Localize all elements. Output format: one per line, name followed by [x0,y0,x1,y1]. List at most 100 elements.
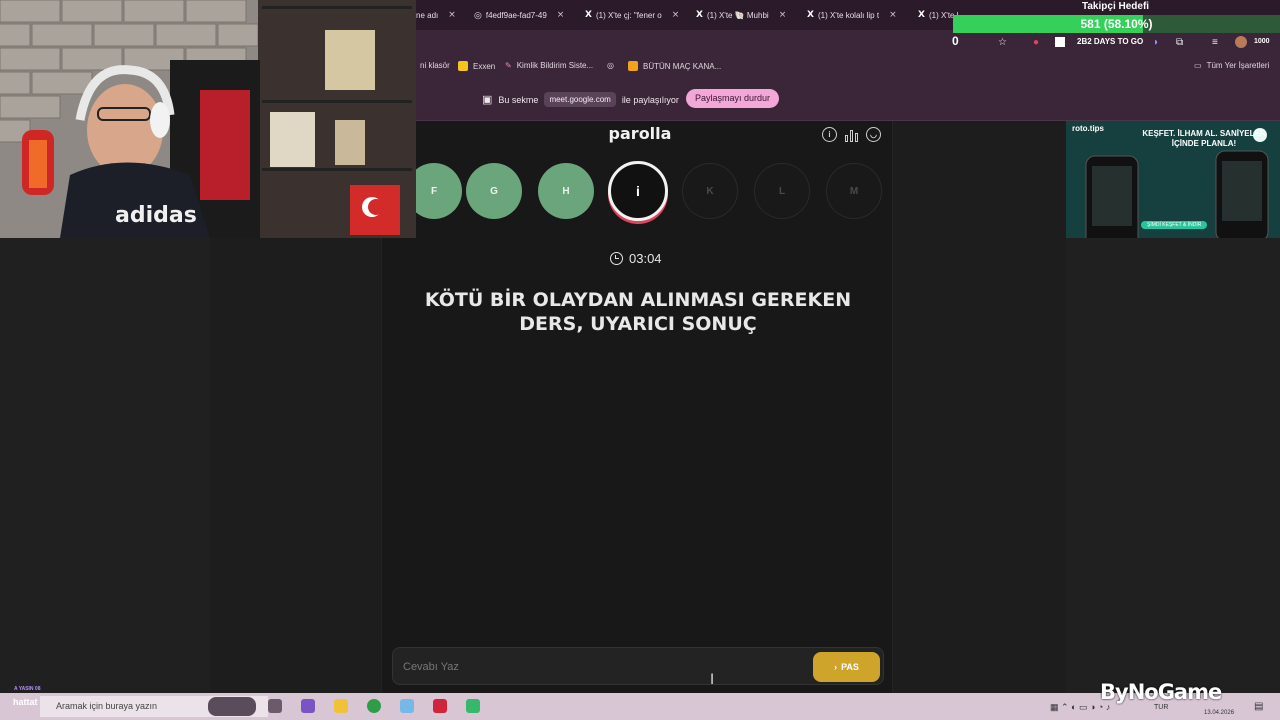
bookmark[interactable]: ✎ Kimlik Bildirim Siste... [505,61,593,70]
svg-text:adidas: adidas [115,203,197,228]
tab-label: (1) X'te kolalı lip t [817,10,880,20]
bookmark[interactable]: Exxen [458,61,495,71]
close-icon[interactable]: × [557,10,565,20]
follower-goal-text: 581 (58.10%) [1080,17,1153,31]
answer-input[interactable] [403,658,803,676]
letter-circle-l: L [754,163,810,219]
question-text: KÖTÜ BİR OLAYDAN ALINMASI GEREKEN DERS, … [424,289,852,335]
close-icon[interactable]: × [448,10,456,20]
follower-goal-bar: 581 (58.10%) [953,15,1280,33]
browser-tab[interactable]: X (1) X'te çj: "fener o × [585,5,685,25]
webcam-overlay: adidas [0,0,416,238]
search-placeholder: Aramak için buraya yazın [56,701,158,711]
close-icon[interactable]: × [889,10,897,20]
x-logo-icon: X [696,10,703,20]
all-bookmarks[interactable]: ▭ Tüm Yer İşaretleri [1194,61,1269,70]
info-icon[interactable]: i [822,127,837,142]
share-suffix: ile paylaşılıyor [621,94,679,105]
answer-bar: › PAS [392,647,884,685]
all-bookmarks-label: Tüm Yer İşaretleri [1206,61,1270,70]
chat-username: hattat [13,697,38,707]
x-logo-icon: X [918,10,925,20]
file-explorer-icon[interactable] [334,699,348,713]
taskbar-date[interactable]: 13.04.2026 [1204,710,1234,716]
share-prefix: Bu sekme [498,94,539,105]
browser-tab[interactable]: X (1) X'te bukanda [918,5,958,25]
chat-user-line: A YASIN 08 [14,686,41,692]
stats-icon[interactable] [844,127,859,142]
ad-cta-button[interactable]: ŞİMDİ KEŞFET & İNDİR [1141,221,1208,229]
close-icon[interactable]: × [672,10,680,20]
overlay-score: 0 [952,34,959,48]
chevron-right-icon: › [834,662,838,672]
letter-label: K [706,185,714,197]
globe-icon: ◎ [474,9,482,20]
bookmark[interactable]: BÜTÜN MAÇ KANA... [628,61,721,71]
pass-label: PAS [841,662,859,672]
extension-icon[interactable] [1055,37,1065,47]
share-domain: meet.google.com [544,92,616,107]
star-icon[interactable]: ☆ [998,37,1007,48]
bookmark-label: Kimlik Bildirim Siste... [516,61,594,70]
left-panel [0,238,210,693]
menu-icon[interactable]: ≡ [1212,37,1218,48]
browser-tab[interactable]: ◎ f4edf9ae-fad7-49 × [474,5,574,25]
bookmark[interactable]: ◎ [607,61,619,70]
bookmark-label: Exxen [473,61,496,71]
bookmark-label: ni klasör [420,61,450,70]
folder-icon: ▭ [1194,61,1202,70]
exxen-icon [458,61,468,71]
ad-brand: roto.tips [1072,124,1104,133]
profile-icon[interactable]: ◡ [866,127,881,142]
letter-label: F [430,185,438,197]
extension-icon[interactable]: ◗ [1153,37,1159,48]
task-view-icon[interactable] [268,699,282,713]
letter-circle-m: M [826,163,882,219]
browser-tab[interactable]: ne adı × [416,5,466,25]
advertisement[interactable]: roto.tips KEŞFET. İLHAM AL. SANİYELER İÇ… [1066,121,1280,238]
x-logo-icon: X [807,10,814,20]
bookmark-site-icon [628,61,638,71]
browser-tab[interactable]: X (1) X'te kolalı lip t × [807,5,907,25]
header-icons: i ◡ [822,127,881,142]
countdown-text: 2B2 DAYS TO GO [1077,37,1144,46]
timer-value: 03:04 [629,251,662,266]
ad-headline: KEŞFET. İLHAM AL. SANİYELER İÇİNDE PLANL… [1142,129,1266,148]
letter-label: H [562,185,570,197]
puzzle-icon[interactable]: ⧉ [1176,37,1183,48]
chrome-icon[interactable] [367,699,381,713]
windows-taskbar: Aramak için buraya yazın ▦ ⌃ ◐ ▭ ◑ ◔ ♪ T… [0,693,1280,720]
language-indicator[interactable]: TUR [1154,704,1168,711]
share-message: ▣ Bu sekme meet.google.com ile paylaşılı… [482,92,679,107]
clock-icon [610,252,623,265]
globe-icon: ◎ [607,61,614,70]
tab-label: (1) X'te 🐚 Muhbi [706,10,769,20]
letter-label: i [636,183,640,199]
app-icon[interactable] [466,699,480,713]
game-timer: 03:04 [610,251,662,266]
search-highlight-image [208,697,256,716]
pen-icon: ✎ [505,61,512,70]
avatar[interactable] [1235,36,1247,48]
app-icon[interactable] [433,699,447,713]
text-cursor-icon: I [710,672,715,688]
x-logo-icon: X [585,10,592,20]
close-icon[interactable]: × [779,10,787,20]
app-icon[interactable] [301,699,315,713]
bookmark[interactable]: ni klasör [420,61,450,70]
pass-button[interactable]: › PAS [813,652,880,682]
follower-goal-title: Takipçi Hedefi [1082,1,1150,12]
tab-label: f4edf9ae-fad7-49 [485,10,547,20]
letter-label: L [778,185,786,197]
overlay-number: 1000 [1254,38,1270,45]
bookmark-label: BÜTÜN MAÇ KANA... [643,61,722,71]
letter-circle-h: H [538,163,594,219]
browser-tab[interactable]: X (1) X'te 🐚 Muhbi × [696,5,796,25]
stop-sharing-button[interactable]: Paylaşmayı durdur [686,89,780,108]
screen-share-icon: ▣ [482,94,493,106]
app-icon[interactable] [400,699,414,713]
notifications-icon[interactable]: ▤ [1254,701,1263,712]
letter-label: G [490,185,498,197]
letter-label: M [849,185,859,197]
extension-icon[interactable]: ● [1033,37,1039,48]
